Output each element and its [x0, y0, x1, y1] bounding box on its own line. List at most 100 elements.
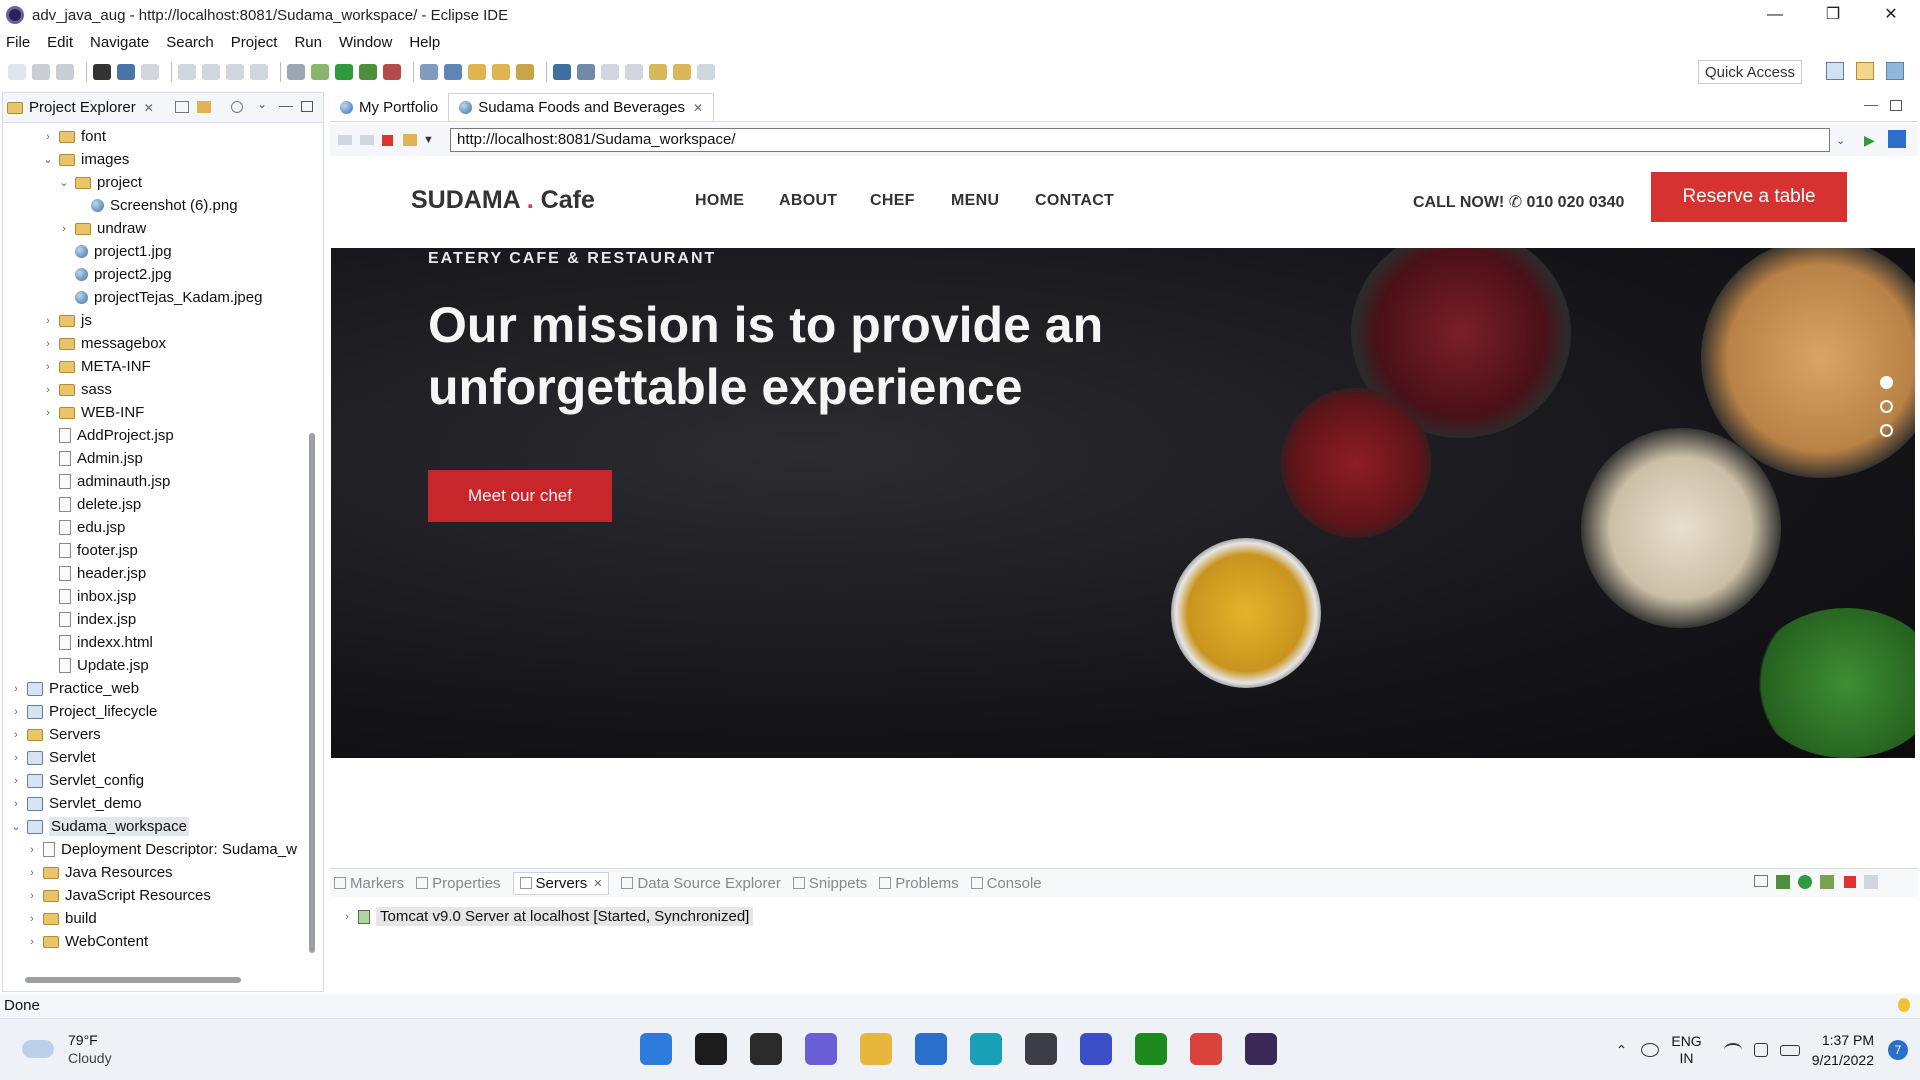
- url-input[interactable]: http://localhost:8081/Sudama_workspace/: [450, 128, 1830, 152]
- slider-dot[interactable]: [1880, 400, 1893, 413]
- tree-item[interactable]: project2.jpg: [57, 263, 172, 286]
- tree-item[interactable]: ⌄ project: [57, 171, 142, 194]
- chevron-right-icon[interactable]: ›: [9, 729, 23, 741]
- task-view-icon[interactable]: [750, 1033, 782, 1065]
- external-browser-icon[interactable]: [1888, 130, 1906, 148]
- chevron-right-icon[interactable]: ›: [41, 384, 55, 396]
- chat-icon[interactable]: [805, 1033, 837, 1065]
- chevron-right-icon[interactable]: ›: [340, 911, 354, 923]
- chevron-right-icon[interactable]: ›: [25, 890, 39, 902]
- tree-item[interactable]: › Servlet_demo: [9, 792, 141, 815]
- call-now[interactable]: CALL NOW! ✆ 010 020 0340: [1413, 192, 1624, 212]
- tree-item[interactable]: › Servers: [9, 723, 101, 746]
- menu-file[interactable]: File: [6, 34, 30, 51]
- menu-navigate[interactable]: Navigate: [90, 34, 149, 51]
- chevron-right-icon[interactable]: ›: [9, 775, 23, 787]
- tree-item[interactable]: › META-INF: [41, 355, 151, 378]
- java-ee-perspective-icon[interactable]: [1856, 62, 1874, 80]
- chevron-up-icon[interactable]: ⌃: [1616, 1042, 1628, 1059]
- store-icon[interactable]: [915, 1033, 947, 1065]
- tree-item[interactable]: › messagebox: [41, 332, 166, 355]
- last-edit-icon[interactable]: [649, 64, 667, 80]
- resume-icon[interactable]: [178, 64, 196, 80]
- step-into-icon[interactable]: [250, 64, 268, 80]
- start-icon[interactable]: [640, 1033, 672, 1065]
- tree-item[interactable]: › sass: [41, 378, 112, 401]
- chevron-right-icon[interactable]: ›: [41, 131, 55, 143]
- tree-item[interactable]: Admin.jsp: [41, 447, 143, 470]
- horizontal-scrollbar[interactable]: [25, 977, 241, 983]
- tab-problems[interactable]: Problems: [879, 875, 959, 892]
- coverage-icon[interactable]: [287, 64, 305, 80]
- close-button[interactable]: ✕: [1862, 0, 1920, 30]
- maximize-icon[interactable]: [1890, 100, 1902, 111]
- tomcat-server-row[interactable]: › Tomcat v9.0 Server at localhost [Start…: [340, 907, 754, 926]
- nav-menu[interactable]: MENU: [951, 192, 999, 210]
- quick-access-field[interactable]: Quick Access: [1697, 60, 1802, 84]
- edge-icon[interactable]: [970, 1033, 1002, 1065]
- chevron-right-icon[interactable]: ›: [57, 223, 71, 235]
- new-icon[interactable]: [8, 64, 26, 80]
- tree-item[interactable]: Screenshot (6).png: [73, 194, 238, 217]
- menu-run[interactable]: Run: [294, 34, 322, 51]
- reserve-table-button[interactable]: Reserve a table: [1651, 172, 1847, 222]
- tree-item[interactable]: header.jsp: [41, 562, 146, 585]
- debug-server-icon[interactable]: [1776, 875, 1790, 889]
- file-explorer-icon[interactable]: [860, 1033, 892, 1065]
- link-editor-icon[interactable]: [197, 101, 211, 113]
- back-icon[interactable]: [338, 135, 352, 145]
- tree-item[interactable]: › Servlet_config: [9, 769, 144, 792]
- clock[interactable]: 1:37 PM 9/21/2022: [1812, 1030, 1874, 1070]
- open-type-icon[interactable]: [468, 64, 486, 80]
- tree-item[interactable]: edu.jsp: [41, 516, 125, 539]
- chevron-down-icon[interactable]: ⌄: [41, 153, 55, 166]
- tree-item[interactable]: ⌄ Sudama_workspace: [9, 815, 189, 838]
- chevron-right-icon[interactable]: ›: [25, 844, 39, 856]
- tree-item[interactable]: Update.jsp: [41, 654, 149, 677]
- collapse-icon[interactable]: [1754, 875, 1768, 887]
- debug-icon[interactable]: [311, 64, 329, 80]
- external-tools-icon[interactable]: [383, 64, 401, 80]
- tree-item[interactable]: AddProject.jsp: [41, 424, 174, 447]
- chevron-down-icon[interactable]: ▼: [423, 134, 434, 146]
- weather-widget[interactable]: 79°F Cloudy: [22, 1031, 112, 1067]
- refresh-icon[interactable]: [403, 134, 417, 146]
- chevron-right-icon[interactable]: ›: [25, 913, 39, 925]
- chevron-right-icon[interactable]: ›: [9, 706, 23, 718]
- go-icon[interactable]: ▶: [1864, 132, 1875, 149]
- new-package-icon[interactable]: [444, 64, 462, 80]
- chevron-down-icon[interactable]: ⌄: [57, 176, 71, 189]
- tree-item[interactable]: › Servlet: [9, 746, 96, 769]
- volume-icon[interactable]: [1753, 1043, 1768, 1057]
- tree-item[interactable]: › font: [41, 125, 106, 148]
- collapse-all-icon[interactable]: [175, 101, 189, 113]
- tree-item[interactable]: › build: [25, 907, 97, 930]
- tree-item[interactable]: › JavaScript Resources: [25, 884, 211, 907]
- search-icon[interactable]: [577, 64, 595, 80]
- tab-my-portfolio[interactable]: My Portfolio: [330, 93, 448, 121]
- java-perspective-icon[interactable]: [1886, 62, 1904, 80]
- wifi-icon[interactable]: [1723, 1043, 1742, 1057]
- save-icon[interactable]: [32, 64, 50, 80]
- menu-project[interactable]: Project: [231, 34, 278, 51]
- nav-about[interactable]: ABOUT: [779, 192, 837, 210]
- filter-icon[interactable]: [231, 101, 243, 113]
- network-off-icon[interactable]: [1641, 1043, 1660, 1057]
- chevron-right-icon[interactable]: ›: [41, 315, 55, 327]
- app-icon-2[interactable]: [1080, 1033, 1112, 1065]
- tab-console[interactable]: Console: [970, 875, 1042, 892]
- maximize-icon[interactable]: [301, 101, 313, 112]
- new-class-icon[interactable]: [420, 64, 438, 80]
- tree-item[interactable]: › Project_lifecycle: [9, 700, 157, 723]
- tree-item[interactable]: › Deployment Descriptor: Sudama_w: [25, 838, 297, 861]
- menu-window[interactable]: Window: [339, 34, 392, 51]
- minimize-icon[interactable]: —: [279, 97, 293, 113]
- tree-item[interactable]: › Practice_web: [9, 677, 139, 700]
- site-logo[interactable]: SUDAMA . Cafe: [411, 186, 595, 215]
- publish-icon[interactable]: [1864, 875, 1878, 889]
- nav-home[interactable]: HOME: [695, 192, 744, 210]
- tree-item[interactable]: project1.jpg: [57, 240, 172, 263]
- tab-snippets[interactable]: Snippets: [792, 875, 867, 892]
- tab-sudama-foods[interactable]: Sudama Foods and Beverages ✕: [448, 93, 715, 121]
- slider-dot[interactable]: [1880, 424, 1893, 437]
